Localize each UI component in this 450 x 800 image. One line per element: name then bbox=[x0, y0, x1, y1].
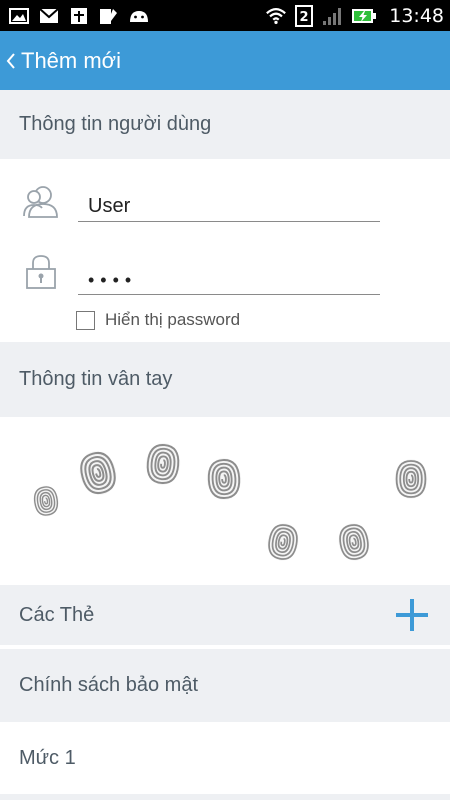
status-time: 13:48 bbox=[389, 5, 444, 27]
cards-row: Các Thẻ bbox=[0, 585, 450, 645]
fingerprint-icon bbox=[32, 483, 60, 519]
fingerprint-icon bbox=[205, 456, 243, 502]
wifi-icon bbox=[265, 6, 287, 26]
android-icon bbox=[128, 6, 150, 26]
show-password-toggle[interactable]: Hiển thị password bbox=[76, 310, 240, 330]
user-info-header: Thông tin người dùng bbox=[0, 90, 450, 159]
fingerprint-icon bbox=[266, 520, 300, 564]
username-field[interactable]: User bbox=[78, 192, 380, 222]
fingerprint-header: Thông tin vân tay bbox=[0, 342, 450, 417]
user-info-form: User •••• Hiển thị password bbox=[0, 159, 450, 342]
page-title: Thêm mới bbox=[21, 47, 121, 73]
gmail-icon bbox=[38, 6, 60, 26]
fingerprint-icon bbox=[144, 441, 182, 487]
sim-label: 2 bbox=[300, 10, 309, 25]
fingerprint-icon bbox=[393, 458, 429, 500]
plus-icon[interactable] bbox=[392, 595, 432, 635]
security-policy-header: Chính sách bảo mật bbox=[0, 649, 450, 722]
show-password-checkbox[interactable] bbox=[76, 310, 95, 330]
lock-icon bbox=[24, 253, 58, 296]
status-bar-system: 2 13:48 bbox=[265, 4, 444, 28]
cards-label: Các Thẻ bbox=[19, 603, 95, 626]
fingerprint-area[interactable] bbox=[0, 417, 450, 585]
fingerprint-icon bbox=[78, 449, 118, 497]
app-bar: Thêm mới bbox=[0, 31, 450, 90]
notes-icon bbox=[98, 6, 120, 26]
signal-icon bbox=[321, 6, 343, 26]
status-bar: 2 13:48 bbox=[0, 0, 450, 31]
show-password-label: Hiển thị password bbox=[105, 310, 241, 329]
divider bbox=[0, 794, 450, 800]
password-field[interactable]: •••• bbox=[78, 265, 380, 295]
fingerprint-icon bbox=[337, 520, 371, 564]
sim-2-icon: 2 bbox=[295, 5, 314, 27]
chevron-left-icon bbox=[6, 50, 18, 72]
user-icon bbox=[22, 183, 60, 224]
battery-charging-icon bbox=[351, 6, 377, 26]
calendar-icon bbox=[68, 6, 90, 26]
back-button[interactable]: Thêm mới bbox=[6, 48, 121, 74]
status-bar-notifications bbox=[8, 5, 150, 27]
security-level-item[interactable]: Mức 1 bbox=[0, 722, 450, 794]
gallery-icon bbox=[8, 6, 30, 26]
